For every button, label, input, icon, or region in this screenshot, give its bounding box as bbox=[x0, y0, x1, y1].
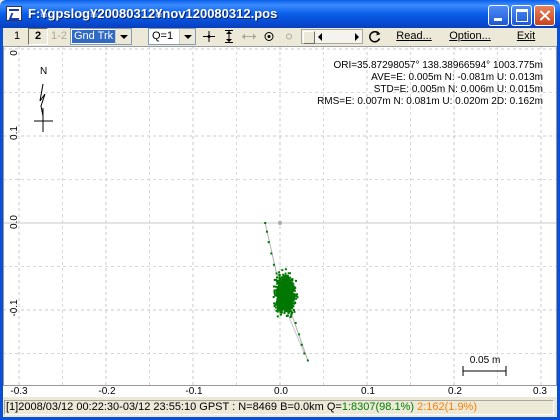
y-tick-label: 0 bbox=[9, 50, 20, 56]
option-button[interactable]: Option... bbox=[442, 28, 498, 45]
track-point bbox=[264, 222, 267, 224]
track-point bbox=[306, 359, 309, 362]
chevron-right-icon[interactable] bbox=[355, 33, 359, 41]
maximize-button[interactable] bbox=[511, 5, 532, 26]
status-panel: [1]2008/03/12 00:22:30-03/12 23:55:10 GP… bbox=[4, 400, 554, 415]
app-icon[interactable] bbox=[6, 6, 22, 21]
x-tick-label: 0.1 bbox=[361, 386, 375, 397]
x-tick-label: -0.1 bbox=[185, 386, 203, 397]
close-button[interactable] bbox=[534, 5, 555, 26]
plot-type-value: Gnd Trk bbox=[72, 30, 115, 43]
std-text: STD=E: 0.005m N: 0.006m U: 0.015m bbox=[374, 84, 543, 95]
scale-bar: 0.05 m bbox=[462, 355, 507, 376]
fit-horizontal-icon[interactable] bbox=[239, 28, 259, 45]
track-point bbox=[267, 241, 270, 244]
track-point bbox=[275, 272, 278, 275]
minimize-button[interactable] bbox=[488, 5, 509, 26]
title-bar[interactable]: F:¥gpslog¥20080312¥nov120080312.pos bbox=[0, 0, 560, 28]
chevron-down-icon[interactable] bbox=[115, 29, 131, 44]
x-axis-labels: -0.3 -0.2 -0.1 0.0 0.1 0.2 0.3 bbox=[10, 386, 547, 397]
status-bar: [1]2008/03/12 00:22:30-03/12 23:55:10 GP… bbox=[3, 398, 557, 417]
solution-1-button[interactable]: 1 bbox=[7, 28, 27, 45]
origin-text: ORI=35.87298057° 138.38966594° 1003.775m bbox=[333, 60, 543, 71]
x-tick-label: -0.3 bbox=[10, 386, 28, 397]
origin-marker bbox=[278, 221, 282, 225]
scrollbar-thumb[interactable] bbox=[303, 31, 315, 44]
chevron-down-icon[interactable] bbox=[179, 29, 195, 44]
track-point bbox=[303, 352, 306, 355]
show-track-icon[interactable] bbox=[259, 28, 279, 45]
track-point bbox=[272, 263, 275, 266]
rms-text: RMS=E: 0.007m N: 0.081m U: 0.020m 2D: 0.… bbox=[317, 96, 543, 107]
fit-vertical-icon[interactable] bbox=[219, 28, 239, 45]
track-point bbox=[298, 333, 301, 336]
window-title: F:¥gpslog¥20080312¥nov120080312.pos bbox=[28, 6, 278, 21]
y-tick-label: -0.1 bbox=[9, 299, 20, 317]
y-tick-label: 0.0 bbox=[9, 215, 20, 229]
y-axis-labels: 0 0.1 0.0 -0.1 bbox=[9, 50, 20, 317]
track-point bbox=[270, 252, 273, 255]
statistics-text: ORI=35.87298057° 138.38966594° 1003.775m… bbox=[317, 60, 543, 107]
center-origin-icon[interactable] bbox=[199, 28, 219, 45]
y-tick-label: 0.1 bbox=[9, 126, 20, 140]
track-point bbox=[300, 343, 303, 346]
solution-2-button[interactable]: 2 bbox=[28, 28, 48, 45]
toolbar: 1 2 1-2 Gnd Trk Q=1 Read... Option... Ex… bbox=[3, 28, 557, 46]
scale-label: 0.05 m bbox=[470, 355, 501, 366]
show-point-icon[interactable] bbox=[279, 28, 299, 45]
exit-button[interactable]: Exit bbox=[502, 28, 550, 45]
plot-type-select[interactable]: Gnd Trk bbox=[70, 28, 132, 45]
quality-value: Q=1 bbox=[152, 30, 174, 42]
quality-select[interactable]: Q=1 bbox=[148, 28, 196, 45]
cluster-points bbox=[272, 268, 299, 319]
track-point bbox=[294, 322, 297, 325]
x-tick-label: -0.2 bbox=[98, 386, 116, 397]
average-text: AVE=E: 0.005m N: -0.081m U: 0.013m bbox=[371, 72, 543, 83]
status-q2-count: 2:162(1.9%) bbox=[417, 401, 478, 413]
track-point bbox=[265, 230, 268, 233]
reload-icon[interactable] bbox=[365, 28, 385, 45]
solution-1-2-button[interactable]: 1-2 bbox=[49, 28, 69, 45]
status-text: [1]2008/03/12 00:22:30-03/12 23:55:10 GP… bbox=[6, 401, 342, 413]
status-q1-count: 1:8307(98.1%) bbox=[341, 401, 415, 413]
north-label: N bbox=[40, 66, 47, 77]
time-scrollbar[interactable] bbox=[301, 29, 363, 44]
plot-area[interactable]: N ORI=35.87298057° 138.38966594° 1003.77… bbox=[3, 46, 557, 397]
position-cluster bbox=[272, 268, 299, 319]
x-tick-label: 0.3 bbox=[533, 386, 547, 397]
x-tick-label: 0.0 bbox=[274, 386, 288, 397]
chevron-left-icon[interactable] bbox=[318, 33, 322, 41]
north-arrow-icon: N bbox=[34, 66, 53, 132]
read-button[interactable]: Read... bbox=[388, 28, 440, 45]
x-tick-label: 0.2 bbox=[448, 386, 462, 397]
ground-track-plot[interactable]: N ORI=35.87298057° 138.38966594° 1003.77… bbox=[3, 46, 557, 397]
